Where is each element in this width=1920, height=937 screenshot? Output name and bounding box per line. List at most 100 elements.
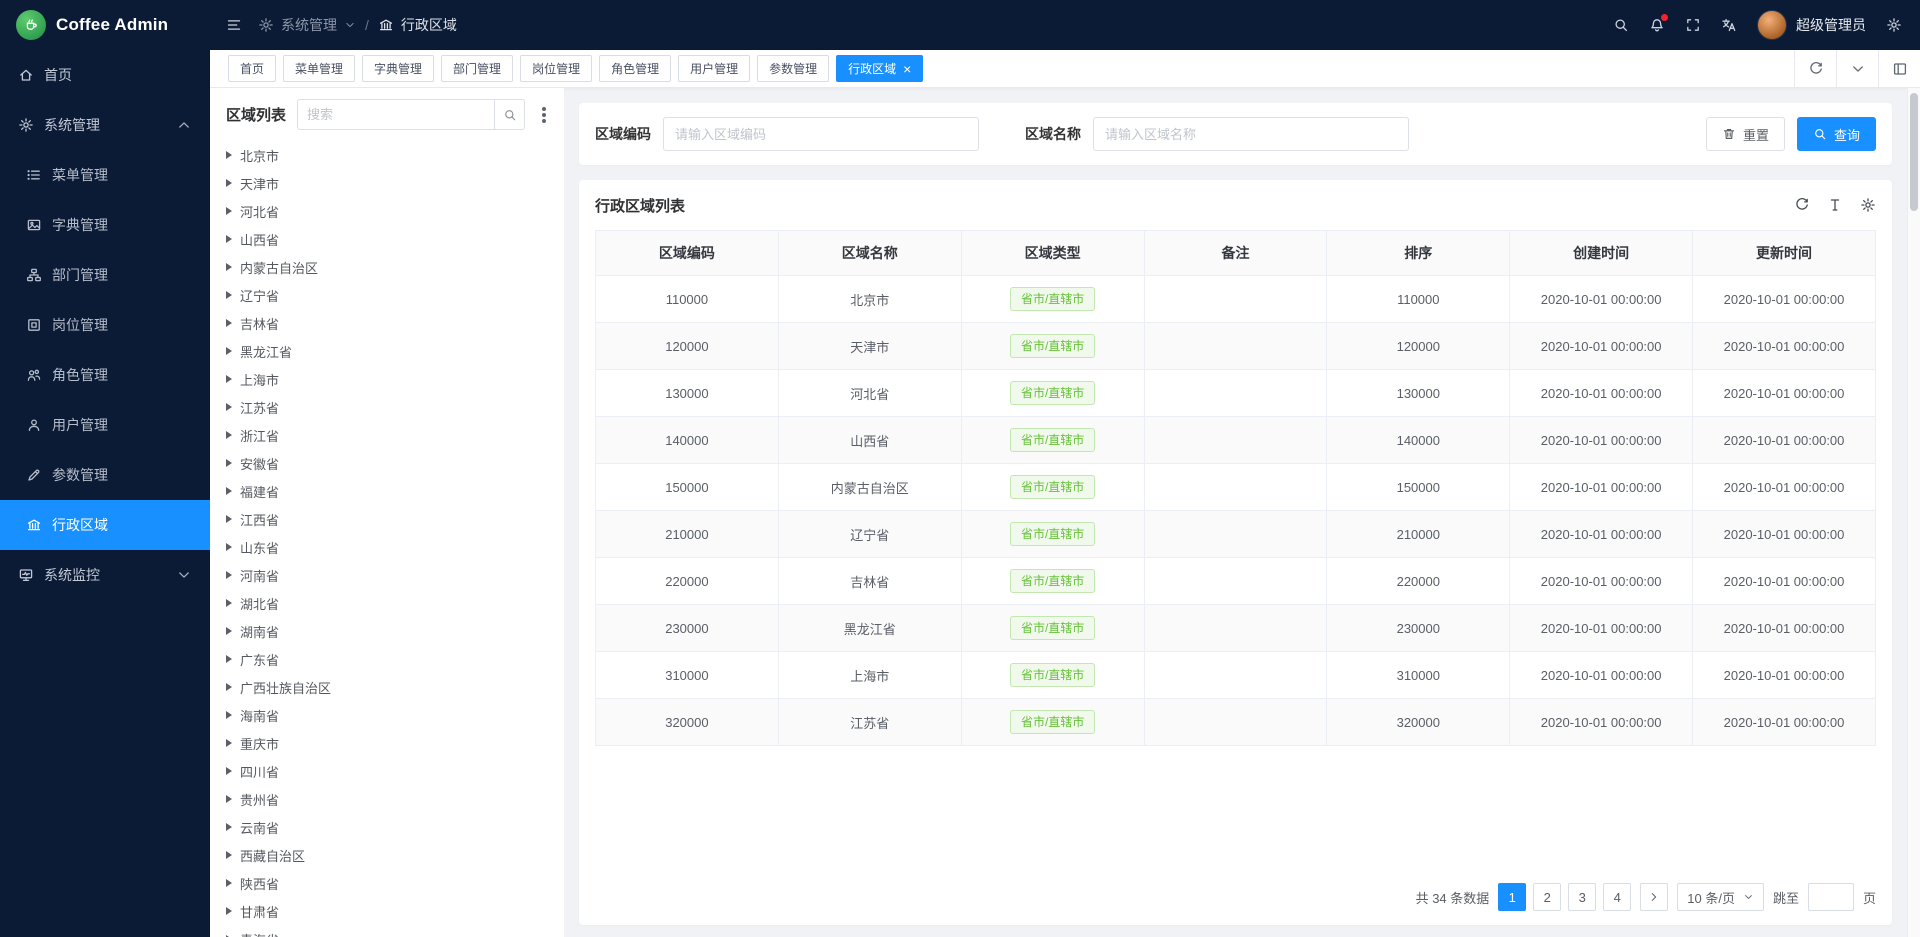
caret-right-icon[interactable]	[226, 459, 232, 467]
tree-item[interactable]: 山西省	[210, 225, 564, 253]
page-button-3[interactable]: 3	[1568, 883, 1596, 911]
refresh-icon[interactable]	[1794, 197, 1810, 213]
tab-item[interactable]: 行政区域×	[836, 55, 923, 82]
caret-right-icon[interactable]	[226, 207, 232, 215]
caret-right-icon[interactable]	[226, 683, 232, 691]
breadcrumb-root[interactable]: 系统管理	[281, 15, 337, 35]
tree-item[interactable]: 浙江省	[210, 421, 564, 449]
caret-right-icon[interactable]	[226, 403, 232, 411]
tree-item[interactable]: 内蒙古自治区	[210, 253, 564, 281]
tree-item[interactable]: 安徽省	[210, 449, 564, 477]
sidebar-group-system-monitor[interactable]: 系统监控	[0, 550, 210, 600]
tree-search-button[interactable]	[494, 100, 524, 129]
more-options-icon[interactable]	[542, 113, 546, 117]
caret-right-icon[interactable]	[226, 571, 232, 579]
language-button[interactable]	[1721, 17, 1737, 33]
page-button-1[interactable]: 1	[1498, 883, 1526, 911]
page-scrollbar[interactable]	[1907, 88, 1920, 937]
column-settings-icon[interactable]	[1860, 197, 1876, 213]
fullscreen-button[interactable]	[1685, 17, 1701, 33]
tree-item[interactable]: 北京市	[210, 141, 564, 169]
caret-right-icon[interactable]	[226, 515, 232, 523]
caret-right-icon[interactable]	[226, 627, 232, 635]
caret-right-icon[interactable]	[226, 347, 232, 355]
caret-right-icon[interactable]	[226, 151, 232, 159]
tab-item[interactable]: 部门管理	[441, 55, 513, 82]
tab-close-icon[interactable]: ×	[903, 62, 911, 76]
caret-right-icon[interactable]	[226, 235, 232, 243]
sidebar-group-system-management[interactable]: 系统管理	[0, 100, 210, 150]
caret-right-icon[interactable]	[226, 711, 232, 719]
tree-item[interactable]: 上海市	[210, 365, 564, 393]
tree-item[interactable]: 吉林省	[210, 309, 564, 337]
tree-item[interactable]: 天津市	[210, 169, 564, 197]
caret-right-icon[interactable]	[226, 487, 232, 495]
tree-item[interactable]: 辽宁省	[210, 281, 564, 309]
tab-item[interactable]: 首页	[228, 55, 276, 82]
tab-item[interactable]: 字典管理	[362, 55, 434, 82]
caret-right-icon[interactable]	[226, 543, 232, 551]
caret-right-icon[interactable]	[226, 263, 232, 271]
tree-item[interactable]: 青海省	[210, 925, 564, 937]
caret-right-icon[interactable]	[226, 907, 232, 915]
tree-item[interactable]: 广东省	[210, 645, 564, 673]
caret-right-icon[interactable]	[226, 739, 232, 747]
tree-item[interactable]: 重庆市	[210, 729, 564, 757]
tree-item[interactable]: 江西省	[210, 505, 564, 533]
region-code-input[interactable]	[663, 117, 979, 151]
tab-item[interactable]: 岗位管理	[520, 55, 592, 82]
caret-right-icon[interactable]	[226, 375, 232, 383]
caret-right-icon[interactable]	[226, 655, 232, 663]
tree-item[interactable]: 海南省	[210, 701, 564, 729]
caret-right-icon[interactable]	[226, 431, 232, 439]
tab-item[interactable]: 角色管理	[599, 55, 671, 82]
sidebar-item-dept[interactable]: 部门管理	[0, 250, 210, 300]
tree-search-input[interactable]	[298, 107, 494, 122]
sidebar-item-user[interactable]: 用户管理	[0, 400, 210, 450]
caret-right-icon[interactable]	[226, 291, 232, 299]
caret-right-icon[interactable]	[226, 179, 232, 187]
caret-right-icon[interactable]	[226, 795, 232, 803]
tab-item[interactable]: 用户管理	[678, 55, 750, 82]
tab-item[interactable]: 参数管理	[757, 55, 829, 82]
page-button-4[interactable]: 4	[1603, 883, 1631, 911]
tree-item[interactable]: 贵州省	[210, 785, 564, 813]
tree-item[interactable]: 山东省	[210, 533, 564, 561]
tree-item[interactable]: 甘肃省	[210, 897, 564, 925]
tree-item[interactable]: 黑龙江省	[210, 337, 564, 365]
refresh-tab-button[interactable]	[1794, 50, 1836, 87]
sidebar-item-home[interactable]: 首页	[0, 50, 210, 100]
tree-item[interactable]: 湖北省	[210, 589, 564, 617]
sidebar-item-region[interactable]: 行政区域	[0, 500, 210, 550]
tree-item[interactable]: 河南省	[210, 561, 564, 589]
caret-right-icon[interactable]	[226, 851, 232, 859]
caret-right-icon[interactable]	[226, 879, 232, 887]
tree-item[interactable]: 河北省	[210, 197, 564, 225]
tree-item[interactable]: 陕西省	[210, 869, 564, 897]
theme-settings-button[interactable]	[1886, 17, 1902, 33]
caret-right-icon[interactable]	[226, 599, 232, 607]
tab-options-button[interactable]	[1836, 50, 1878, 87]
tree-item[interactable]: 湖南省	[210, 617, 564, 645]
next-page-button[interactable]	[1640, 883, 1668, 911]
sidebar-item-post[interactable]: 岗位管理	[0, 300, 210, 350]
page-size-select[interactable]: 10 条/页	[1677, 883, 1764, 911]
user-menu[interactable]: 超级管理员	[1757, 10, 1866, 40]
notifications-button[interactable]	[1649, 17, 1665, 33]
query-button[interactable]: 查询	[1797, 117, 1876, 151]
tree-item[interactable]: 广西壮族自治区	[210, 673, 564, 701]
sidebar-item-dict[interactable]: 字典管理	[0, 200, 210, 250]
sidebar-item-param[interactable]: 参数管理	[0, 450, 210, 500]
tree-item[interactable]: 四川省	[210, 757, 564, 785]
tree-item[interactable]: 云南省	[210, 813, 564, 841]
caret-right-icon[interactable]	[226, 319, 232, 327]
reset-button[interactable]: 重置	[1706, 117, 1785, 151]
column-height-icon[interactable]	[1827, 197, 1843, 213]
scrollbar-thumb[interactable]	[1910, 93, 1918, 211]
tree-item[interactable]: 江苏省	[210, 393, 564, 421]
sidebar-collapse-button[interactable]	[226, 17, 242, 33]
global-search-button[interactable]	[1613, 17, 1629, 33]
caret-right-icon[interactable]	[226, 823, 232, 831]
layout-panel-button[interactable]	[1878, 50, 1920, 87]
sidebar-item-menu[interactable]: 菜单管理	[0, 150, 210, 200]
